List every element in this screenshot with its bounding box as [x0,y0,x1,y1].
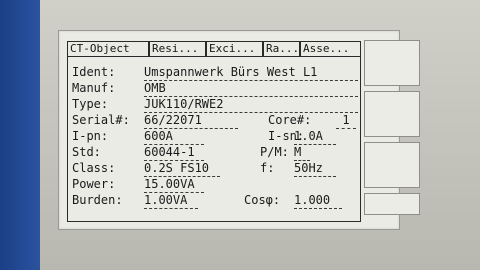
ct-object-panel: Ident: Umspannwerk Bürs West L1 Manuf: O… [67,56,361,222]
cosphi-label: Cosφ: [244,193,281,207]
core-label: Core#: [268,113,312,127]
isn-field[interactable]: 1.0A [294,129,336,145]
power-field[interactable]: 15.00VA [144,177,204,193]
pm-label: P/M: [260,145,289,159]
ident-field[interactable]: Umspannwerk Bürs West L1 [144,65,358,81]
device-side-strip [0,0,40,270]
softkey-1[interactable] [364,40,420,86]
softkey-4[interactable] [364,193,420,215]
core-field[interactable]: 1 [336,113,356,129]
tab-assessment[interactable]: Asse... [300,41,361,56]
tab-resistance[interactable]: Resi... [149,41,206,56]
softkey-3[interactable] [364,142,420,188]
tab-excitation[interactable]: Exci... [206,41,263,56]
softkey-column [364,40,422,215]
burden-field[interactable]: 1.00VA [144,193,198,209]
burden-label: Burden: [72,193,123,207]
cosphi-field[interactable]: 1.000 [294,193,342,209]
manuf-field[interactable]: OMB [144,81,358,97]
class-field[interactable]: 0.2S FS10 [144,161,220,177]
manuf-label: Manuf: [72,81,116,95]
tab-ratio[interactable]: Ra... [263,41,300,56]
serial-label: Serial#: [72,113,130,127]
tab-ct-object[interactable]: CT-Object [67,41,149,57]
freq-field[interactable]: 50Hz [294,161,336,177]
ipn-field[interactable]: 600A [144,129,204,145]
type-field[interactable]: JUK110/RWE2 [144,97,358,113]
std-label: Std: [72,145,101,159]
ipn-label: I-pn: [72,129,109,143]
std-field[interactable]: 60044-1 [144,145,204,161]
lcd-screen: CT-Object Resi... Exci... Ra... Asse... … [58,30,400,230]
power-label: Power: [72,177,116,191]
ident-label: Ident: [72,65,116,79]
softkey-2[interactable] [364,91,420,137]
pm-field[interactable]: M [294,145,310,161]
type-label: Type: [72,97,109,111]
freq-label: f: [260,161,275,175]
class-label: Class: [72,161,116,175]
serial-field[interactable]: 66/22071 [144,113,238,129]
